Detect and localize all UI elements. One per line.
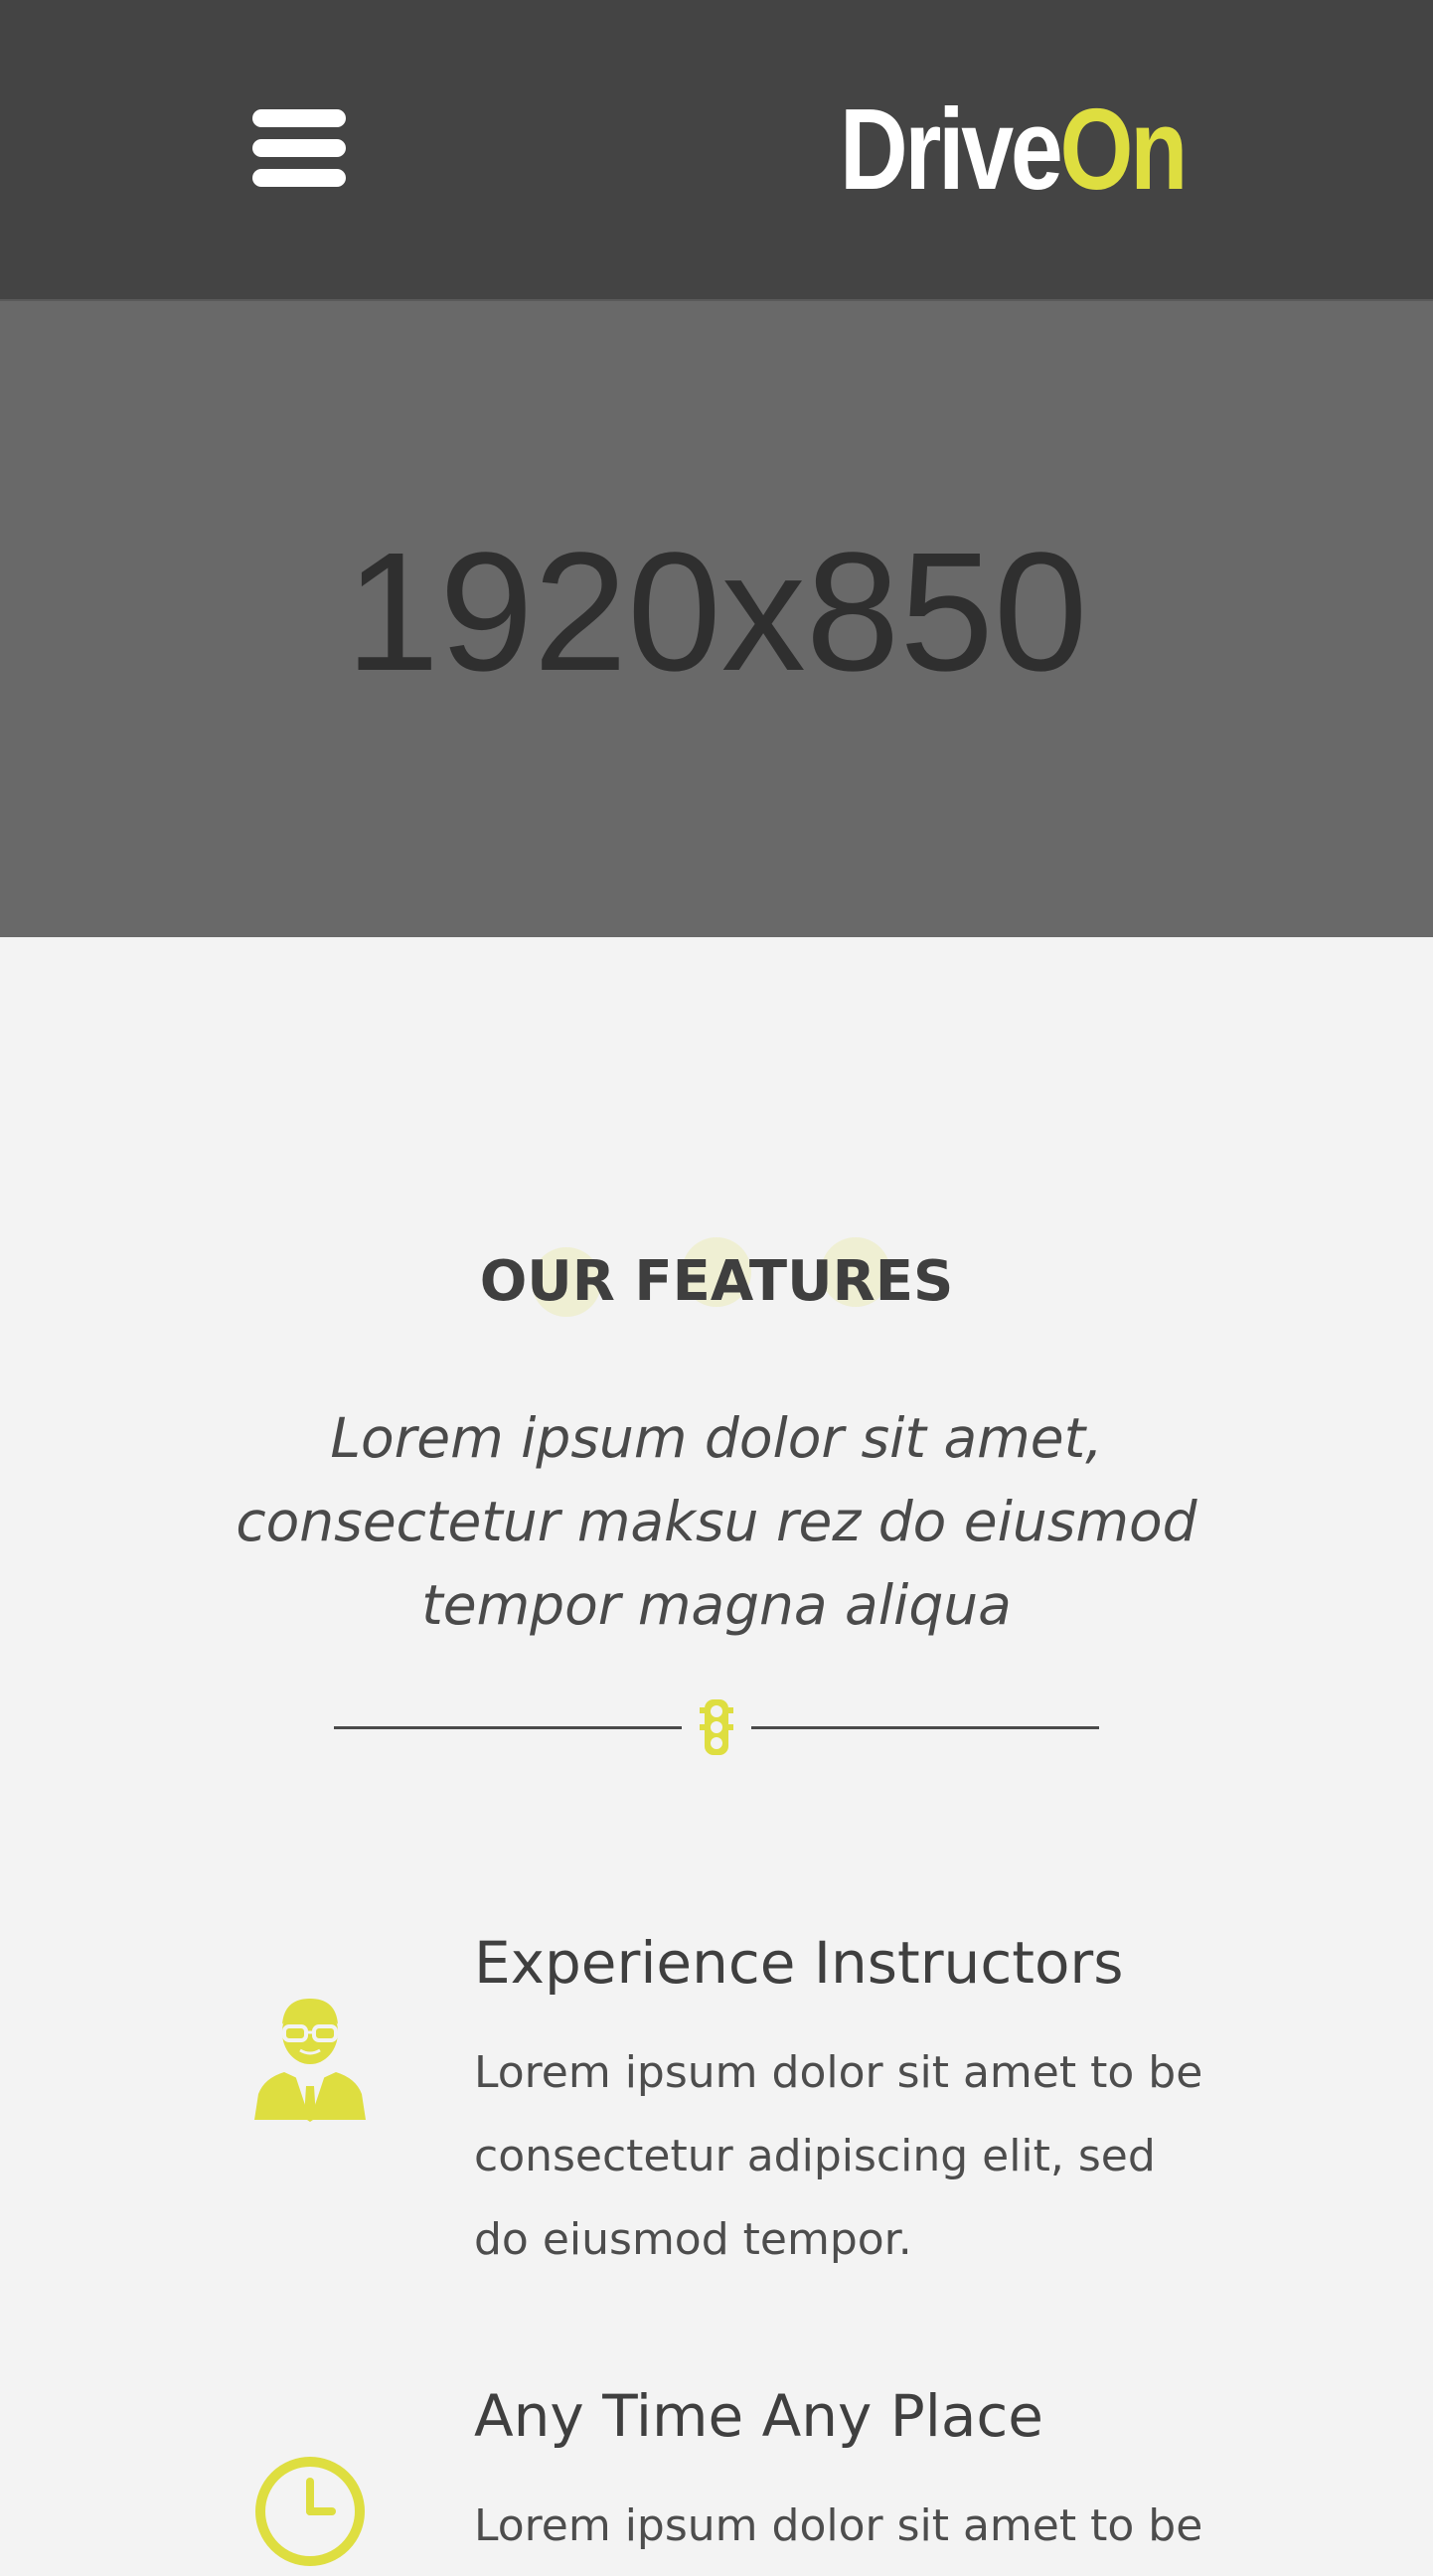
section-divider	[334, 1697, 1099, 1757]
divider-line-left	[334, 1726, 682, 1729]
features-title: OUR FEATURES	[479, 1249, 954, 1314]
feature-heading: Any Time Any Place	[474, 2382, 1043, 2450]
hamburger-menu-icon[interactable]	[252, 109, 346, 187]
divider-line-right	[751, 1726, 1099, 1729]
feature-heading: Experience Instructors	[474, 1929, 1124, 1997]
logo-text-on: On	[1059, 84, 1189, 214]
hero-banner: 1920x850	[0, 301, 1433, 937]
traffic-light-icon	[700, 1699, 733, 1755]
site-header: DriveOn	[0, 0, 1433, 301]
hero-placeholder-text: 1920x850	[345, 518, 1088, 707]
instructor-icon	[254, 1999, 366, 2122]
features-subtitle: Lorem ipsum dolor sit amet, consectetur …	[236, 1406, 1197, 1637]
brand-logo[interactable]: DriveOn	[840, 89, 1197, 209]
logo-text-drive: Drive	[840, 84, 1063, 214]
clock-icon	[255, 2457, 365, 2566]
feature-description: Lorem ipsum dolor sit amet to be consect…	[474, 2047, 1203, 2265]
feature-description: Lorem ipsum dolor sit amet to be	[474, 2500, 1203, 2551]
